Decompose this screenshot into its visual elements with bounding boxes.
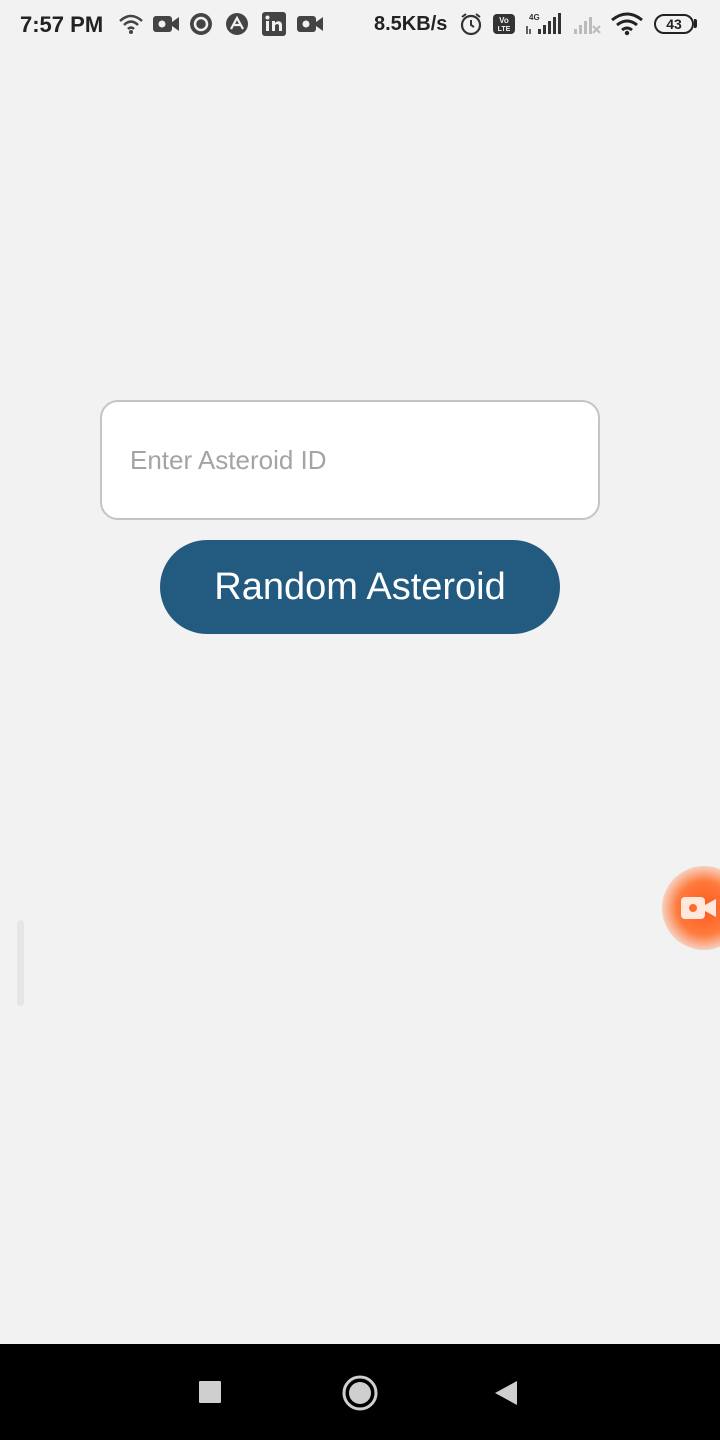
alarm-icon: [460, 13, 482, 36]
volte-icon: Vo LTE: [493, 14, 515, 34]
svg-text:LTE: LTE: [498, 26, 511, 33]
back-triangle-icon: [495, 1381, 517, 1405]
circle-app-icon: [190, 13, 212, 35]
wifi-icon: [119, 14, 143, 34]
navigation-bar: [0, 1344, 720, 1440]
back-button[interactable]: [458, 1344, 554, 1440]
wifi-icon: [611, 12, 643, 36]
home-button[interactable]: [312, 1344, 408, 1440]
home-circle-icon: [342, 1375, 378, 1411]
battery-tip: [694, 19, 697, 28]
recents-button[interactable]: [162, 1344, 258, 1440]
status-bar: 7:57 PM 8.5KB/s Vo LTE 4G 43: [0, 0, 720, 50]
video-camera-icon: [153, 16, 179, 32]
arrow-app-icon: [226, 13, 248, 35]
random-asteroid-button[interactable]: Random Asteroid: [160, 540, 560, 634]
linkedin-icon: [262, 12, 286, 36]
svg-text:Vo: Vo: [499, 16, 509, 25]
network-speed: 8.5KB/s: [374, 13, 448, 35]
battery-icon: 43: [654, 14, 694, 34]
status-time: 7:57 PM: [20, 12, 104, 37]
app-screen: 7:57 PM 8.5KB/s Vo LTE 4G 43 Enter Aster…: [0, 0, 720, 1440]
recents-square-icon: [199, 1381, 221, 1403]
asteroid-id-input[interactable]: [100, 400, 600, 520]
no-signal-icon: [574, 17, 601, 34]
video-camera-icon: [297, 16, 323, 32]
signal-icon: 4G: [526, 13, 561, 34]
network-type-label: 4G: [529, 13, 540, 22]
video-camera-icon: [681, 897, 716, 919]
screen-recorder-bubble[interactable]: [662, 866, 720, 950]
battery-level: 43: [666, 16, 682, 32]
edge-swipe-handle[interactable]: [17, 920, 24, 1006]
